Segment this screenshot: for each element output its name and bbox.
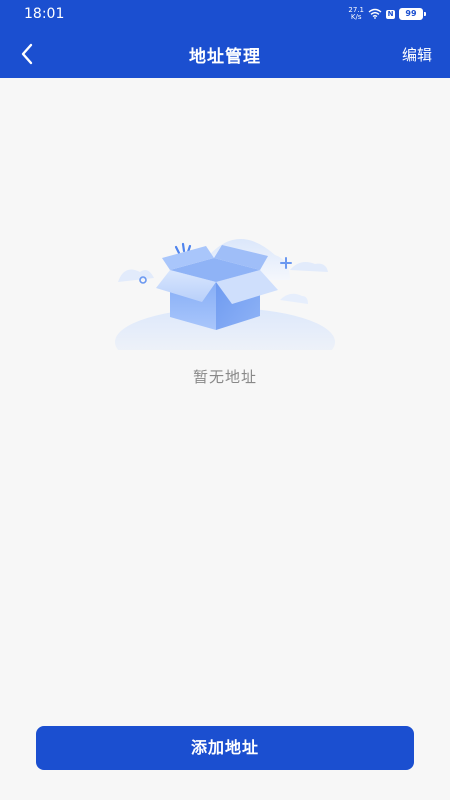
network-speed-unit: K/s [350,13,362,21]
page-title: 地址管理 [189,47,261,67]
edit-button[interactable]: 编辑 [402,44,432,65]
nfc-icon: N [386,9,395,19]
battery-level: 99 [399,8,423,20]
empty-state: 暂无地址 [0,220,450,387]
network-speed: 27.1 K/s [348,7,364,21]
empty-box-icon [0,220,450,350]
nav-bar: 地址管理 编辑 [0,30,450,78]
status-bar: 18:01 27.1 K/s N 99 [0,0,450,30]
battery-tip [424,12,426,16]
add-address-button[interactable]: 添加地址 [36,726,414,770]
status-icons: 27.1 K/s N 99 [348,7,426,21]
empty-message: 暂无地址 [192,368,257,386]
battery-icon: 99 [399,8,426,20]
status-time: 18:01 [24,6,65,22]
wifi-icon [368,8,382,21]
